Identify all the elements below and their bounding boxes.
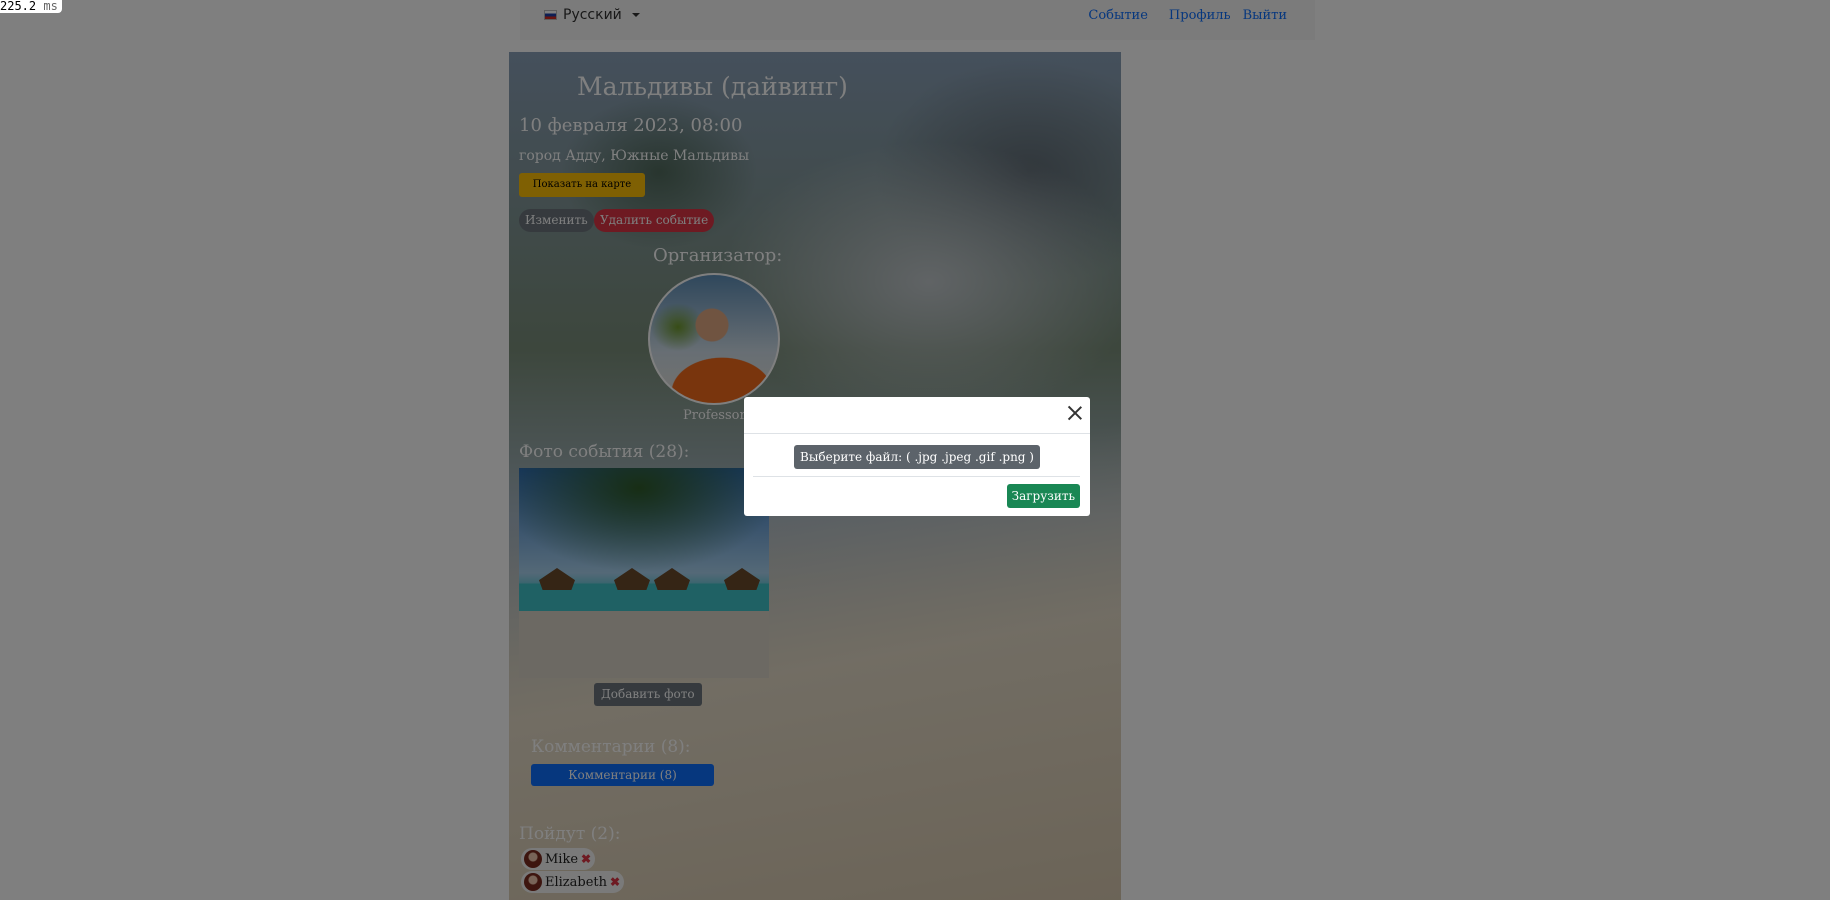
choose-file-button[interactable]: Выберите файл: ( .jpg .jpeg .gif .png ) bbox=[794, 445, 1040, 469]
modal-header bbox=[744, 397, 1090, 434]
upload-photo-modal: Выберите файл: ( .jpg .jpeg .gif .png ) … bbox=[744, 397, 1090, 516]
render-timer: 225.2 ms bbox=[0, 0, 62, 13]
timer-unit: ms bbox=[43, 0, 58, 13]
upload-button[interactable]: Загрузить bbox=[1006, 484, 1080, 508]
close-icon[interactable] bbox=[1068, 406, 1082, 420]
modal-footer-divider bbox=[753, 476, 1080, 477]
timer-value: 225.2 bbox=[0, 0, 37, 13]
